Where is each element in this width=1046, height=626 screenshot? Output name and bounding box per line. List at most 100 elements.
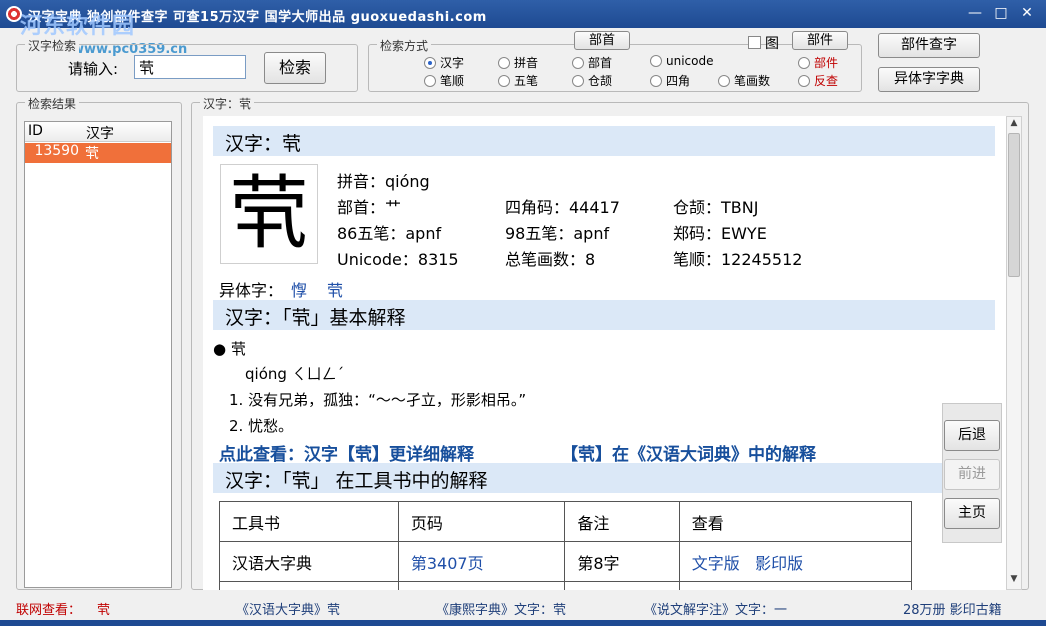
table-header-row: 工具书 页码 备注 查看 (219, 501, 913, 542)
variants-label: 异体字： (219, 281, 284, 300)
radio-button[interactable] (498, 56, 510, 69)
status-dazidian-link[interactable]: 《汉语大字典》茕 (236, 599, 340, 618)
radio-label: 部件 (814, 56, 839, 70)
radio-label: unicode (666, 54, 714, 68)
detail-pane: 汉字：茕 茕 拼音：qióng 部首：艹 四角码：44417 仓颉：TBNJ 8… (203, 116, 1006, 590)
scroll-up-icon[interactable]: ▲ (1008, 118, 1020, 132)
status-kangxi-link[interactable]: 《康熙字典》文字：茕 (436, 599, 566, 618)
title-bar: 汉字宝典 独创部件查字 可查15万汉字 国学大师出品 guoxuedashi.c… (0, 0, 1046, 39)
character-glyph: 茕 (220, 164, 318, 264)
search-input[interactable] (134, 55, 246, 79)
cangjie-field: 仓颉：TBNJ (673, 198, 759, 217)
table-cell-note: 第8字 (564, 541, 680, 582)
zhengma-field: 郑码：EWYE (673, 224, 767, 243)
table-header: 查看 (678, 501, 913, 542)
radio-option[interactable]: 仓颉 (572, 72, 612, 89)
close-icon[interactable]: ✕ (1016, 4, 1038, 22)
search-group-legend: 汉字检索 (25, 37, 80, 54)
home-button[interactable]: 主页 (944, 498, 1000, 529)
radio-option[interactable]: 部首 (572, 54, 612, 71)
component-button[interactable]: 部件 (792, 31, 848, 50)
forward-button[interactable]: 前进 (944, 459, 1000, 490)
reference-table: 工具书 页码 备注 查看 汉语大字典 第3407页 第8字 文字版 影印版 (219, 501, 913, 590)
radio-option[interactable]: 五笔 (498, 72, 538, 89)
wubi86-field: 86五笔：apnf (337, 224, 442, 243)
variant-link[interactable]: 茕 (327, 277, 343, 301)
radio-label: 四角 (666, 74, 691, 88)
radio-option[interactable]: 拼音 (498, 54, 538, 71)
search-button[interactable]: 检索 (264, 52, 326, 84)
section-title-basic: 汉字：「茕」基本解释 (213, 300, 995, 330)
minimize-icon[interactable]: — (964, 4, 986, 22)
radio-label: 拼音 (514, 56, 539, 70)
scan-version-link[interactable]: 影印版 (755, 554, 803, 573)
radio-option[interactable]: unicode (650, 54, 713, 68)
status-shuowen-link[interactable]: 《说文解字注》文字：一 (644, 599, 787, 618)
variant-dictionary-button[interactable]: 异体字字典 (878, 67, 980, 92)
component-lookup-button[interactable]: 部件查字 (878, 33, 980, 58)
image-checkbox-label: 图 (765, 36, 779, 52)
window-bottom-border (0, 620, 1046, 626)
more-detail-link[interactable]: 点此查看：汉字【茕】更详细解释 (219, 440, 474, 465)
radio-button[interactable] (424, 74, 436, 87)
radio-button[interactable] (424, 56, 436, 69)
sijiao-field: 四角码：44417 (505, 198, 620, 217)
radio-option[interactable]: 汉字 (424, 54, 464, 71)
radio-label: 五笔 (514, 74, 539, 88)
stroke-order-field: 笔顺：12245512 (673, 250, 803, 269)
radio-option[interactable]: 笔画数 (718, 72, 770, 89)
table-row: 汉语大字典 第3407页 第8字 文字版 影印版 (219, 541, 913, 582)
status-ancient-books-link[interactable]: 28万册 影印古籍 (903, 599, 1002, 618)
status-bar: 联网查看： 茕 《汉语大字典》茕 《康熙字典》文字：茕 《说文解字注》文字：一 … (0, 594, 1046, 620)
detail-scrollbar[interactable]: ▲ ▼ (1006, 116, 1022, 590)
table-header: 页码 (397, 501, 566, 542)
radio-button[interactable] (572, 74, 584, 87)
unicode-field: Unicode：8315 (337, 250, 459, 269)
results-list-header: ID 汉字 (25, 122, 171, 142)
radio-option[interactable]: 反查 (798, 72, 838, 89)
radio-button[interactable] (650, 74, 662, 87)
back-button[interactable]: 后退 (944, 420, 1000, 451)
strokes-field: 总笔画数：8 (505, 250, 596, 269)
radio-button[interactable] (650, 55, 662, 67)
table-header: 工具书 (219, 501, 399, 542)
method-group-legend: 检索方式 (377, 37, 432, 54)
list-item[interactable]: 13590 茕 (25, 143, 171, 163)
radio-button[interactable] (718, 74, 730, 87)
big-dictionary-link[interactable]: 【茕】在《汉语大词典》中的解释 (561, 440, 816, 465)
scroll-down-icon[interactable]: ▼ (1008, 574, 1020, 588)
column-header-char[interactable]: 汉字 (83, 122, 163, 142)
radio-option[interactable]: 笔顺 (424, 72, 464, 89)
results-list[interactable]: ID 汉字 13590 茕 (24, 121, 172, 588)
scroll-thumb[interactable] (1008, 133, 1020, 277)
radio-button[interactable] (572, 56, 584, 69)
online-lookup-char[interactable]: 茕 (97, 599, 110, 618)
radio-button[interactable] (798, 74, 810, 87)
radio-label: 笔顺 (440, 74, 465, 88)
online-lookup-label: 联网查看： (16, 603, 82, 618)
table-cell-page-link[interactable]: 第3407页 (397, 541, 566, 582)
radio-button[interactable] (798, 56, 810, 69)
variant-link[interactable]: 惸 (291, 277, 307, 301)
detail-group-legend: 汉字：茕 (200, 95, 255, 112)
watermark-text: 河东软件园 (20, 14, 136, 39)
table-row (219, 581, 913, 590)
radio-option[interactable]: 部件 (798, 54, 838, 71)
radio-label: 笔画数 (734, 74, 771, 88)
text-version-link[interactable]: 文字版 (692, 554, 740, 573)
definition-2: 2. 忧愁。 (229, 417, 294, 435)
image-checkbox[interactable] (748, 36, 761, 49)
radio-button[interactable] (498, 74, 510, 87)
input-label: 请输入: (68, 60, 119, 78)
column-header-id[interactable]: ID (25, 122, 83, 141)
result-char: 茕 (85, 146, 99, 162)
radio-option[interactable]: 四角 (650, 72, 690, 89)
radio-label: 仓颉 (588, 74, 613, 88)
radio-label: 汉字 (440, 56, 465, 70)
radical-button[interactable]: 部首 (574, 31, 630, 50)
section-title-tools: 汉字：「茕」 在工具书中的解释 (213, 463, 995, 493)
result-id: 13590 (34, 143, 79, 159)
definition-1: 1. 没有兄弟，孤独：“～～孑立，形影相吊。” (229, 391, 527, 409)
maximize-icon[interactable]: □ (990, 4, 1012, 22)
section-title-char: 汉字：茕 (213, 126, 995, 156)
